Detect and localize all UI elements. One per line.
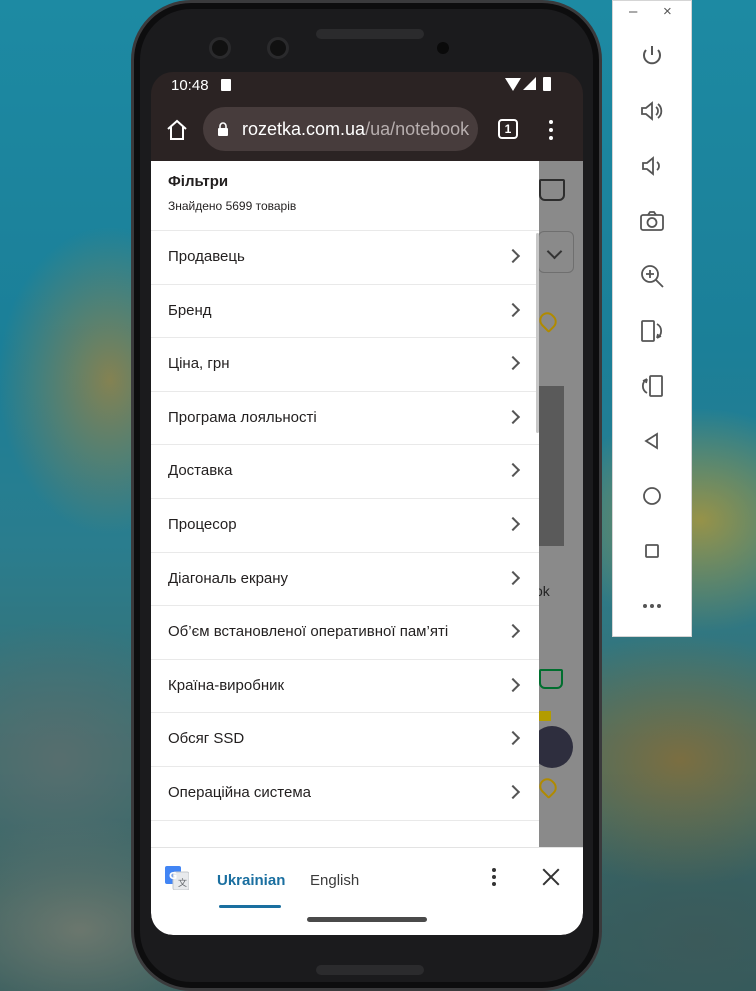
translate-bar: G 文 Ukrainian English [151,847,583,935]
google-translate-icon: G 文 [165,866,189,890]
chevron-right-icon [505,463,521,478]
filter-item-price[interactable]: Ціна, грн [151,337,539,391]
browser-menu-icon[interactable] [543,118,559,142]
wishlist-icon [535,774,561,800]
tab-target-language[interactable]: English [310,872,359,889]
tab-switcher-button[interactable]: 1 [498,119,518,139]
scrollbar[interactable] [536,233,539,433]
chevron-right-icon [505,570,521,585]
sim-card-icon [221,79,231,91]
filter-item-os[interactable]: Операційна система [151,765,539,820]
chevron-right-icon [505,677,521,692]
back-icon[interactable] [637,426,667,456]
front-sensor-icon [267,37,289,59]
filter-label: Бренд [168,301,212,319]
overview-icon[interactable] [637,536,667,566]
filter-item-delivery[interactable]: Доставка [151,444,539,498]
browser-toolbar: rozetka.com.ua/ua/notebook 1 [151,100,583,160]
chevron-right-icon [505,784,521,800]
sort-dropdown [538,231,574,273]
lock-icon [218,122,228,136]
translate-options-icon[interactable] [488,866,500,890]
svg-text:G: G [169,871,177,882]
url-text: rozetka.com.ua/ua/notebook [242,119,469,140]
volume-up-icon[interactable] [637,96,667,126]
rotate-right-icon[interactable] [637,371,667,401]
filter-item-brand[interactable]: Бренд [151,283,539,338]
chevron-right-icon [505,356,521,371]
filter-label: Ціна, грн [168,355,230,373]
filter-label: Країна-виробник [168,676,285,694]
phone-screen: 10:48 rozetka.com.ua/ua/notebook 1 ok Фі… [151,72,583,935]
cart-icon [539,179,565,201]
filter-label: Операційна система [168,783,311,801]
filter-label: Процесор [168,515,237,533]
filter-label: Доставка [168,462,233,480]
volume-down-icon[interactable] [637,151,667,181]
results-count: Знайдено 5699 товарів [168,199,297,213]
filter-list: Продавець Бренд Ціна, грн Програма лояль… [151,230,539,851]
filter-label: Об’єм встановленої оперативної пам’яті [168,623,449,641]
chevron-right-icon [505,624,521,639]
filter-label: Обсяг SSD [168,730,245,748]
tab-source-language[interactable]: Ukrainian [217,872,285,889]
more-icon[interactable] [637,591,667,621]
battery-icon [543,77,551,91]
wifi-icon [505,78,521,91]
filter-label: Продавець [168,248,245,265]
status-bar: 10:48 [151,72,583,100]
zoom-icon[interactable] [637,261,667,291]
close-icon[interactable] [541,867,561,887]
chevron-right-icon [505,302,521,317]
filter-label: Програма лояльності [168,408,317,426]
wishlist-icon [535,308,561,334]
filter-item-country[interactable]: Країна-виробник [151,658,539,713]
close-window-button[interactable]: × [663,3,672,20]
minimize-button[interactable]: – [629,3,637,20]
camera-icon[interactable] [637,206,667,236]
cell-signal-icon [523,77,536,90]
filter-item-loyalty[interactable]: Програма лояльності [151,390,539,445]
filter-item-ssd[interactable]: Обсяг SSD [151,712,539,766]
svg-text:文: 文 [178,877,187,889]
active-tab-indicator [219,905,281,908]
filters-title: Фільтри [168,173,229,190]
speaker-grille-top [316,29,424,39]
power-icon[interactable] [637,41,667,71]
emulator-controls: – × [612,0,692,637]
chevron-right-icon [505,516,521,532]
chevron-right-icon [505,731,521,746]
home-icon[interactable] [165,118,189,142]
buy-cart-icon [539,669,563,689]
front-camera-icon [209,37,231,59]
proximity-sensor-icon [437,42,449,54]
chevron-right-icon [505,409,521,424]
filter-item-processor[interactable]: Процесор [151,497,539,552]
filter-label: Діагональ екрану [168,569,289,587]
status-time: 10:48 [171,77,209,94]
gesture-nav-handle[interactable] [307,917,427,922]
filter-item-ram[interactable]: Об’єм встановленої оперативної пам’яті [151,605,539,659]
filter-item-seller[interactable]: Продавець [151,230,539,284]
url-path: /ua/notebook [365,119,470,139]
filters-panel: Фільтри Знайдено 5699 товарів Продавець … [151,161,539,851]
chevron-right-icon [505,248,521,264]
rotate-left-icon[interactable] [637,316,667,346]
url-host: rozetka.com.ua [242,119,366,139]
home-button-icon[interactable] [637,481,667,511]
address-bar[interactable]: rozetka.com.ua/ua/notebook [203,107,478,151]
filter-item-screen-size[interactable]: Діагональ екрану [151,551,539,606]
speaker-grille-bottom [316,965,424,975]
